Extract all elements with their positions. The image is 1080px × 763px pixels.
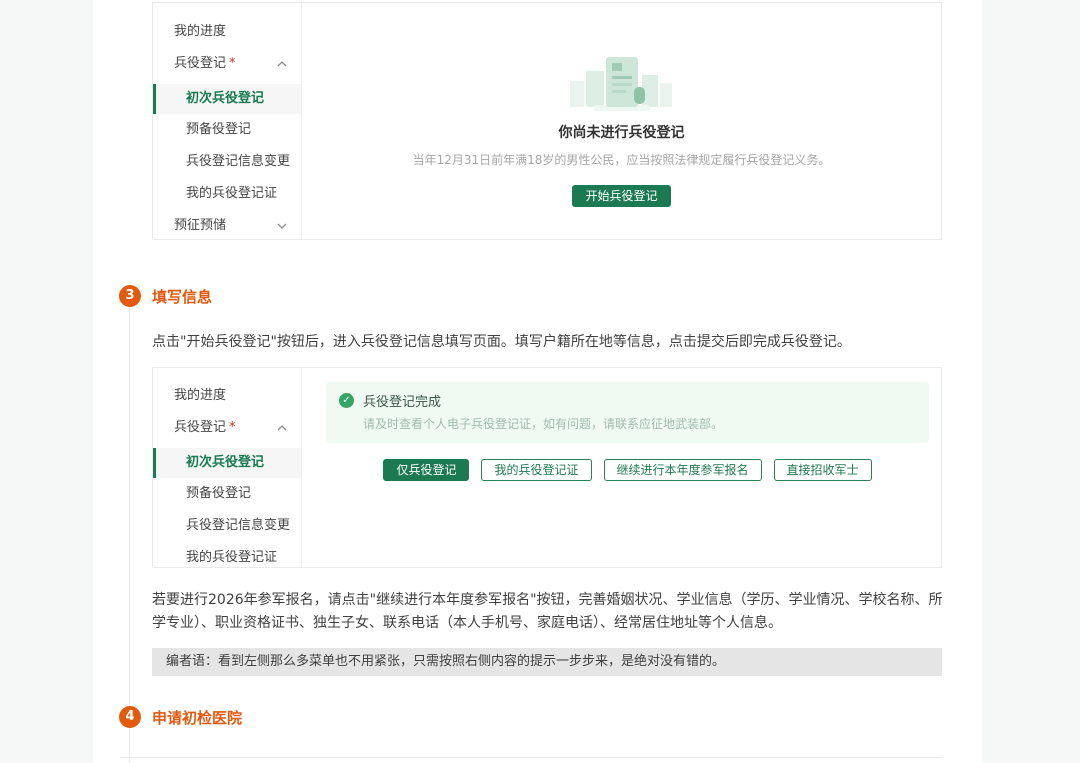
sidebar-item-pre-conscription-reserve[interactable]: 预征预储 [153, 210, 301, 240]
step-3-description: 点击"开始兵役登记"按钮后，进入兵役登记信息填写页面。填写户籍所在地等信息，点击… [152, 331, 949, 354]
registration-only-button[interactable]: 仅兵役登记 [383, 459, 469, 481]
sidebar-item-initial-registration[interactable]: 初次兵役登记 [153, 448, 301, 478]
step-4-number-badge: 4 [119, 706, 141, 728]
sidebar-item-initial-registration[interactable]: 初次兵役登记 [153, 84, 301, 114]
empty-state-title: 你尚未进行兵役登记 [559, 122, 685, 142]
required-asterisk: * [229, 420, 236, 435]
sidebar-item-label: 预征预储 [174, 218, 226, 233]
step-4-title: 申请初检医院 [152, 707, 242, 728]
step-4-header: 4 申请初检医院 [119, 706, 242, 728]
empty-state-illustration [564, 53, 680, 113]
registration-complete-pane: ✓ 兵役登记完成 请及时查看个人电子兵役登记证，如有问题，请联系应征地武装部。 … [302, 368, 941, 567]
chevron-up-icon [277, 412, 287, 444]
screenshot-panel-registration-start: 我的进度 兵役登记* 初次兵役登记 预备役登记 兵役登记信息变更 我的兵役登记证… [152, 2, 942, 240]
step-3-header: 3 填写信息 [119, 285, 212, 307]
success-alert-header: ✓ 兵役登记完成 [339, 391, 915, 410]
sidebar-item-military-service-registration[interactable]: 兵役登记* [153, 412, 301, 444]
success-alert-title: 兵役登记完成 [363, 391, 441, 410]
sidebar-item-military-service-registration[interactable]: 兵役登记* [153, 48, 301, 80]
sidebar: 我的进度 兵役登记* 初次兵役登记 预备役登记 兵役登记信息变更 我的兵役登记证 [153, 368, 302, 567]
sidebar-item-my-progress[interactable]: 我的进度 [153, 16, 301, 48]
right-gutter [982, 0, 1080, 763]
sidebar-item-label: 初次兵役登记 [186, 91, 264, 106]
sidebar-item-reserve-registration[interactable]: 预备役登记 [153, 114, 301, 146]
sidebar-item-label: 我的进度 [174, 24, 226, 39]
required-asterisk: * [229, 56, 236, 71]
continue-annual-enlistment-button[interactable]: 继续进行本年度参军报名 [604, 459, 762, 481]
left-gutter [0, 0, 93, 763]
sidebar-item-label: 兵役登记 [174, 420, 226, 435]
empty-state-subtitle: 当年12月31日前年满18岁的男性公民，应当按照法律规定履行兵役登记义务。 [413, 151, 831, 168]
editor-note: 编者语：看到左侧那么多菜单也不用紧张，只需按照右侧内容的提示一步步来，是绝对没有… [152, 648, 942, 676]
sidebar-item-label: 兵役登记信息变更 [186, 518, 290, 533]
check-circle-icon: ✓ [339, 393, 354, 408]
next-panel-top-border [120, 757, 942, 758]
empty-state-pane: 你尚未进行兵役登记 当年12月31日前年满18岁的男性公民，应当按照法律规定履行… [302, 3, 941, 239]
chevron-up-icon [277, 48, 287, 80]
direct-nco-recruitment-button[interactable]: 直接招收军士 [774, 459, 872, 481]
sidebar-item-label: 我的兵役登记证 [186, 186, 277, 201]
sidebar-item-label: 兵役登记 [174, 56, 226, 71]
enlistment-info-paragraph: 若要进行2026年参军报名，请点击"继续进行本年度参军报名"按钮，完善婚姻状况、… [152, 589, 949, 635]
success-alert-message: 请及时查看个人电子兵役登记证，如有问题，请联系应征地武装部。 [339, 415, 915, 432]
sidebar: 我的进度 兵役登记* 初次兵役登记 预备役登记 兵役登记信息变更 我的兵役登记证… [153, 3, 302, 239]
step-timeline-connector [129, 307, 130, 763]
sidebar-item-label: 预备役登记 [186, 122, 251, 137]
sidebar-item-reserve-registration[interactable]: 预备役登记 [153, 478, 301, 510]
success-alert: ✓ 兵役登记完成 请及时查看个人电子兵役登记证，如有问题，请联系应征地武装部。 [326, 382, 929, 443]
sidebar-item-my-registration-certificate[interactable]: 我的兵役登记证 [153, 178, 301, 210]
sidebar-item-registration-info-change[interactable]: 兵役登记信息变更 [153, 146, 301, 178]
step-3-title: 填写信息 [152, 286, 212, 307]
action-button-row: 仅兵役登记 我的兵役登记证 继续进行本年度参军报名 直接招收军士 [326, 459, 929, 481]
sidebar-item-registration-info-change[interactable]: 兵役登记信息变更 [153, 510, 301, 542]
sidebar-item-label: 预备役登记 [186, 486, 251, 501]
sidebar-item-label: 我的进度 [174, 388, 226, 403]
sidebar-item-label: 我的兵役登记证 [186, 550, 277, 565]
chevron-down-icon [277, 210, 287, 240]
sidebar-item-label: 兵役登记信息变更 [186, 154, 290, 169]
start-registration-button[interactable]: 开始兵役登记 [572, 185, 670, 207]
step-3-number-badge: 3 [119, 285, 141, 307]
sidebar-item-label: 初次兵役登记 [186, 455, 264, 470]
screenshot-panel-registration-complete: 我的进度 兵役登记* 初次兵役登记 预备役登记 兵役登记信息变更 我的兵役登记证 [152, 367, 942, 568]
my-registration-certificate-button[interactable]: 我的兵役登记证 [481, 459, 591, 481]
sidebar-item-my-progress[interactable]: 我的进度 [153, 380, 301, 412]
sidebar-item-my-registration-certificate[interactable]: 我的兵役登记证 [153, 542, 301, 568]
registration-guide-page: 我的进度 兵役登记* 初次兵役登记 预备役登记 兵役登记信息变更 我的兵役登记证… [0, 0, 1080, 763]
